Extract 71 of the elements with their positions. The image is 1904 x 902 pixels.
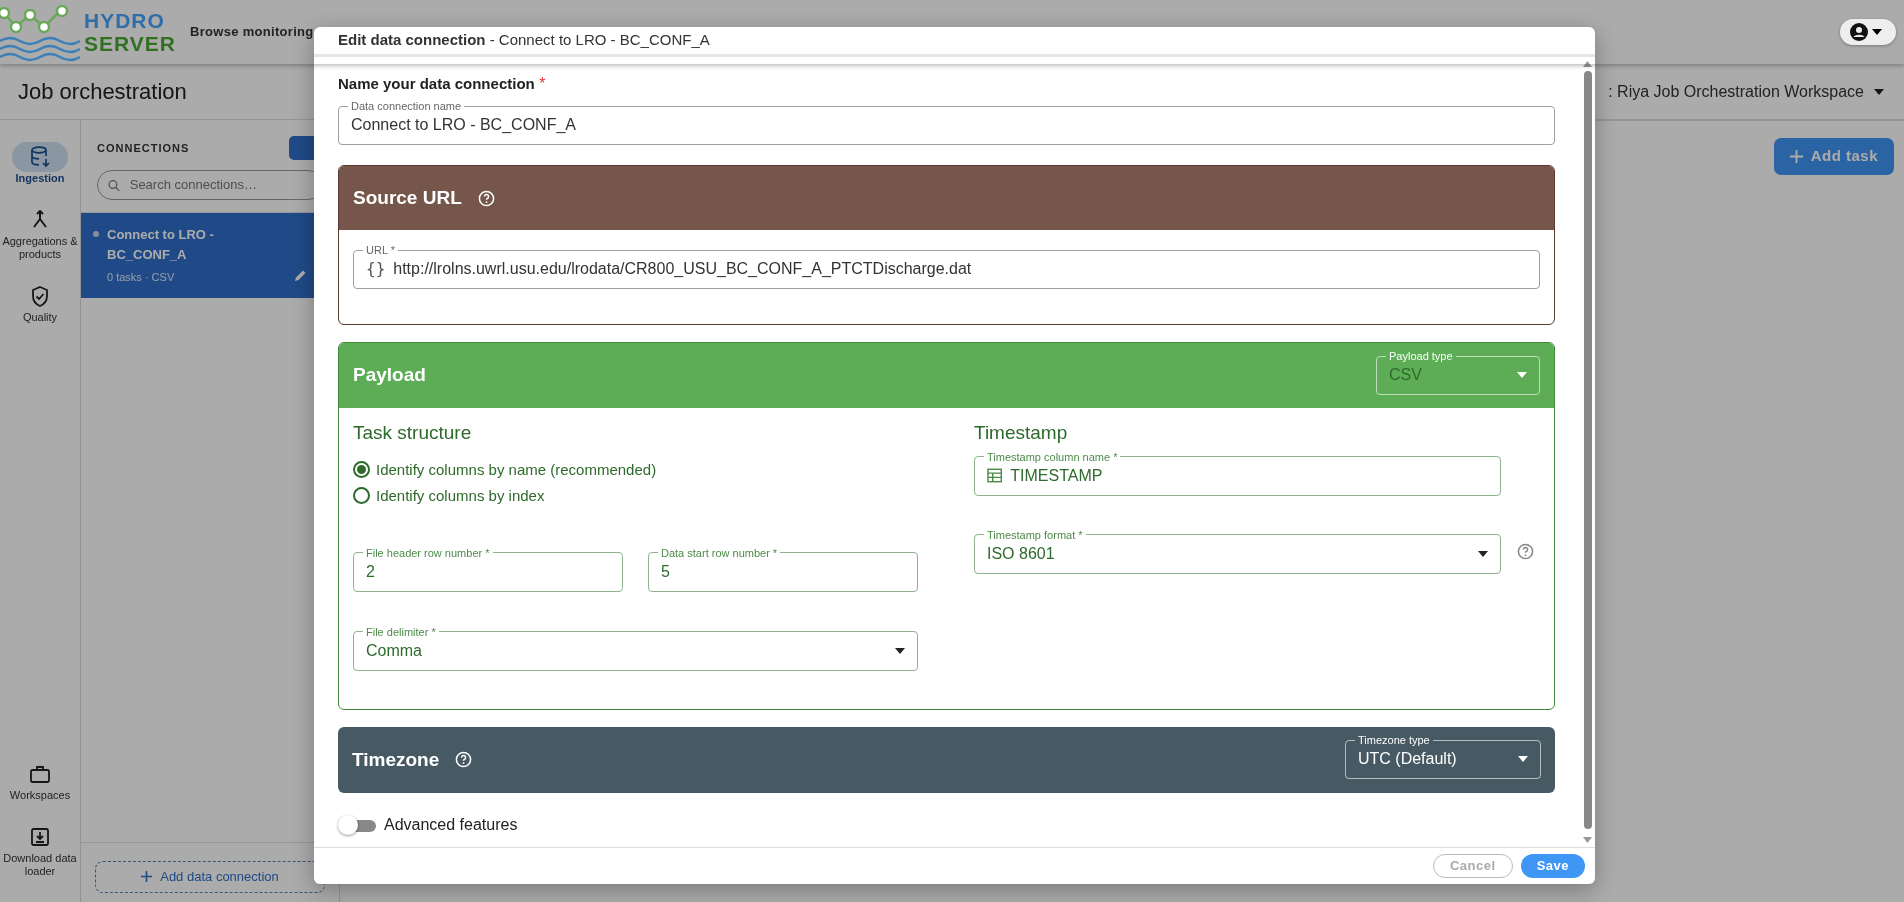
toggle-label: Advanced features: [384, 814, 518, 835]
field-label: Data connection name: [350, 100, 463, 112]
nav-rail-item[interactable]: Aggregations & products: [0, 199, 81, 267]
field-label: File delimiter *: [365, 625, 437, 638]
section-label: Name your data connection: [338, 75, 535, 92]
dropdown-caret-icon: [1478, 550, 1488, 557]
nav-rail-item[interactable]: Ingestion: [0, 136, 81, 191]
radio-option[interactable]: Identify columns by index: [353, 482, 545, 509]
logo-text: HYDRO: [84, 9, 166, 32]
connection-meta: 0 tasks · CSV: [107, 270, 176, 285]
section-heading: Timestamp: [974, 422, 1069, 445]
section-heading: CONNECTIONS: [97, 140, 190, 156]
download-icon: [31, 828, 49, 846]
field-label: File header row number *: [365, 546, 491, 559]
field-label: Timestamp format *: [986, 528, 1084, 541]
scroll-down-icon[interactable]: [1583, 837, 1592, 843]
connection-name: Connect to LRO - BC_CONF_A: [107, 226, 215, 264]
dropdown-caret-icon: [895, 647, 905, 654]
field-label: Data start row number *: [660, 546, 779, 559]
dialog-title: Edit data connection - Connect to LRO - BC_CONF_A: [338, 30, 710, 51]
merge-icon: [31, 210, 49, 230]
timestamp-format-select[interactable]: Timestamp format * ISO 8601: [974, 528, 1501, 574]
plus-icon: [141, 871, 153, 882]
text-input[interactable]: Connect to LRO - BC_CONF_A: [351, 112, 1542, 138]
name-field[interactable]: Data connection name Connect to LRO - BC_CONF_A: [338, 100, 1555, 145]
delimiter-select[interactable]: File delimiter * Comma: [353, 625, 918, 671]
page-title: Job orchestration: [18, 78, 187, 106]
account-icon: [1850, 23, 1868, 41]
dropdown-caret-icon: [1517, 372, 1527, 378]
card-title: Timezone: [352, 747, 440, 772]
card-title: Payload: [353, 363, 426, 388]
timezone-type-select[interactable]: Timezone type UTC (Default): [1345, 734, 1541, 780]
field-label: Payload type: [1388, 350, 1454, 362]
shield-check-icon: [31, 285, 49, 307]
database-icon: [30, 146, 50, 168]
nav-rail-item[interactable]: Download data loader: [0, 816, 81, 884]
text-input[interactable]: TIMESTAMP: [1010, 462, 1488, 489]
dropdown-caret-icon: [1518, 756, 1528, 763]
radio-option[interactable]: Identify columns by name (recommended): [353, 456, 657, 483]
text-input[interactable]: 5: [661, 558, 905, 585]
text-input[interactable]: http://lrolns.uwrl.usu.edu/lrodata/CR800_USU_BC_CONF_A_PTCTDischarge.dat: [393, 256, 1527, 282]
tagline: Browse monitoring: [190, 23, 314, 42]
plus-icon: [1789, 150, 1803, 163]
status-dot-icon: [93, 231, 99, 237]
text-input[interactable]: 2: [366, 558, 610, 585]
help-icon[interactable]: [1517, 542, 1534, 560]
scroll-up-icon[interactable]: [1583, 61, 1592, 67]
section-heading: Task structure: [353, 422, 473, 445]
required-mark: *: [539, 75, 546, 92]
nav-rail-item[interactable]: Quality: [0, 275, 81, 330]
toggle-switch[interactable]: [338, 814, 376, 835]
logo-text: SERVER: [84, 32, 176, 55]
search-input[interactable]: Search connections…: [127, 174, 312, 196]
braces-icon: {}: [366, 257, 386, 281]
account-button[interactable]: [1840, 19, 1896, 45]
field-label: Timestamp column name *: [986, 450, 1119, 463]
number-field[interactable]: File header row number * 2: [353, 546, 623, 592]
search-icon: [108, 178, 120, 192]
dropdown-caret-icon: [1872, 29, 1882, 35]
field-label: Timezone type: [1357, 734, 1431, 747]
nav-rail-item[interactable]: Workspaces: [0, 753, 81, 808]
field-label: URL *: [365, 244, 396, 256]
timestamp-column-field[interactable]: Timestamp column name * TIMESTAMP: [974, 450, 1501, 496]
url-field[interactable]: URL * {} http://lrolns.uwrl.usu.edu/lrodata/CR800_USU_BC_CONF_A_PTCTDischarge.dat: [353, 244, 1540, 289]
pencil-icon[interactable]: [294, 268, 307, 282]
dropdown-caret-icon: [1874, 88, 1884, 95]
card-title: Source URL: [353, 185, 462, 210]
number-field[interactable]: Data start row number * 5: [648, 546, 918, 592]
table-icon: [987, 468, 1003, 484]
briefcase-icon: [30, 765, 50, 783]
workspace-selector[interactable]: : Riya Job Orchestration Workspace: [1608, 79, 1864, 104]
